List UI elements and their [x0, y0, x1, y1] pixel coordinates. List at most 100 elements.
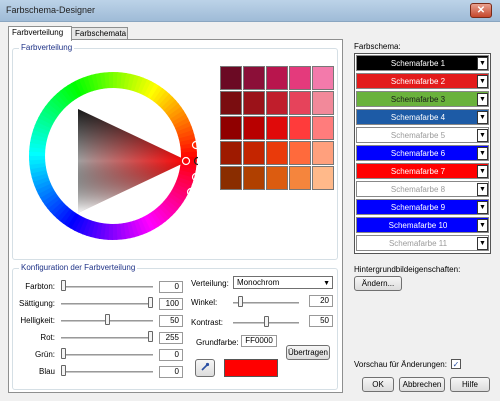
slider-thumb[interactable] [148, 297, 153, 308]
slider-thumb[interactable] [61, 280, 66, 291]
slider-label: Grün: [34, 350, 55, 359]
chevron-down-icon[interactable]: ▼ [477, 237, 488, 250]
slider-track[interactable] [61, 286, 153, 288]
slider-value[interactable]: 255 [159, 332, 183, 344]
aendern-button[interactable]: Ändern... [354, 276, 402, 291]
chevron-down-icon[interactable]: ▼ [477, 57, 488, 70]
color-swatch[interactable] [312, 91, 334, 115]
help-button[interactable]: Hilfe [450, 377, 490, 392]
scheme-color-label: Schemafarbe 3 [390, 95, 446, 104]
scheme-color-item[interactable]: Schemafarbe 5 ▼ [356, 127, 489, 143]
chevron-down-icon[interactable]: ▼ [477, 111, 488, 124]
color-swatch[interactable] [243, 91, 265, 115]
color-swatch[interactable] [266, 116, 288, 140]
color-swatch[interactable] [220, 141, 242, 165]
verteilung-value: Monochrom [237, 278, 280, 287]
scheme-color-item[interactable]: Schemafarbe 11 ▼ [356, 235, 489, 251]
scheme-color-item[interactable]: Schemafarbe 2 ▼ [356, 73, 489, 89]
tab-farbverteilung[interactable]: Farbverteilung [8, 26, 72, 41]
color-swatch[interactable] [243, 141, 265, 165]
scheme-color-item[interactable]: Schemafarbe 9 ▼ [356, 199, 489, 215]
slider-thumb[interactable] [148, 331, 153, 342]
ok-button[interactable]: OK [362, 377, 394, 392]
color-swatch[interactable] [289, 116, 311, 140]
color-swatch[interactable] [243, 116, 265, 140]
scheme-color-item[interactable]: Schemafarbe 3 ▼ [356, 91, 489, 107]
grundfarbe-field[interactable]: FF0000 [241, 335, 277, 347]
slider-value[interactable]: 100 [159, 298, 183, 310]
color-swatch[interactable] [312, 116, 334, 140]
scheme-color-label: Schemafarbe 4 [390, 113, 446, 122]
chevron-down-icon[interactable]: ▼ [477, 147, 488, 160]
chevron-down-icon[interactable]: ▼ [477, 219, 488, 232]
slider-value[interactable]: 0 [159, 281, 183, 293]
slider-label: Sättigung: [19, 299, 56, 308]
slider-value[interactable]: 0 [159, 349, 183, 361]
chevron-down-icon[interactable]: ▼ [477, 75, 488, 88]
color-wheel-graphic[interactable] [28, 71, 203, 241]
color-swatch[interactable] [266, 91, 288, 115]
uebertragen-button[interactable]: Übertragen [286, 345, 330, 360]
distribution-legend: Farbverteilung [19, 43, 75, 52]
color-swatch[interactable] [312, 166, 334, 190]
color-swatch[interactable] [312, 141, 334, 165]
eyedropper-button[interactable] [195, 359, 215, 377]
slider-track[interactable] [61, 354, 153, 356]
kontrast-label: Kontrast: [191, 318, 224, 327]
slider-thumb[interactable] [61, 365, 66, 376]
color-swatch[interactable] [220, 66, 242, 90]
title-bar: Farbschema-Designer ✕ [0, 0, 500, 22]
color-swatch[interactable] [220, 116, 242, 140]
color-swatch[interactable] [289, 141, 311, 165]
color-swatch[interactable] [266, 166, 288, 190]
cancel-button[interactable]: Abbrechen [399, 377, 445, 392]
scheme-color-item[interactable]: Schemafarbe 4 ▼ [356, 109, 489, 125]
scheme-color-item[interactable]: Schemafarbe 1 ▼ [356, 55, 489, 71]
chevron-down-icon: ▼ [323, 280, 330, 287]
window-title: Farbschema-Designer [6, 5, 96, 15]
preview-changes-checkbox[interactable]: ✓ [451, 359, 461, 369]
color-swatch[interactable] [289, 166, 311, 190]
verteilung-select[interactable]: Monochrom ▼ [233, 276, 333, 289]
config-legend: Konfiguration der Farbverteilung [19, 263, 138, 272]
color-swatch[interactable] [289, 66, 311, 90]
slider-thumb[interactable] [61, 348, 66, 359]
close-button[interactable]: ✕ [470, 3, 492, 18]
chevron-down-icon[interactable]: ▼ [477, 129, 488, 142]
slider-track[interactable] [61, 303, 153, 305]
slider-track[interactable] [61, 337, 153, 339]
slider-track[interactable] [61, 371, 153, 373]
scheme-color-item[interactable]: Schemafarbe 7 ▼ [356, 163, 489, 179]
color-swatch[interactable] [266, 141, 288, 165]
color-swatch[interactable] [312, 66, 334, 90]
slider-label: Farbton: [25, 282, 55, 291]
color-swatch[interactable] [266, 66, 288, 90]
hue-ring-segment[interactable] [180, 151, 197, 157]
chevron-down-icon[interactable]: ▼ [477, 165, 488, 178]
scheme-color-item[interactable]: Schemafarbe 6 ▼ [356, 145, 489, 161]
kontrast-slider-thumb[interactable] [264, 316, 269, 327]
color-swatch[interactable] [220, 166, 242, 190]
slider-value[interactable]: 50 [159, 315, 183, 327]
chevron-down-icon[interactable]: ▼ [477, 183, 488, 196]
scheme-color-label: Schemafarbe 10 [388, 221, 448, 230]
slider-thumb[interactable] [104, 314, 110, 325]
color-swatch[interactable] [220, 91, 242, 115]
winkel-slider-thumb[interactable] [237, 296, 243, 307]
color-wheel[interactable] [28, 71, 203, 241]
winkel-value[interactable]: 20 [309, 295, 333, 307]
swatch-grid [220, 66, 334, 190]
scheme-color-item[interactable]: Schemafarbe 10 ▼ [356, 217, 489, 233]
chevron-down-icon[interactable]: ▼ [477, 201, 488, 214]
preview-changes-label: Vorschau für Änderungen: [354, 360, 447, 369]
color-swatch[interactable] [243, 166, 265, 190]
color-swatch[interactable] [289, 91, 311, 115]
color-swatch[interactable] [243, 66, 265, 90]
chevron-down-icon[interactable]: ▼ [477, 93, 488, 106]
scheme-color-label: Schemafarbe 1 [390, 59, 446, 68]
scheme-color-label: Schemafarbe 2 [390, 77, 446, 86]
kontrast-value[interactable]: 50 [309, 315, 333, 327]
scheme-color-item[interactable]: Schemafarbe 8 ▼ [356, 181, 489, 197]
slider-value[interactable]: 0 [159, 366, 183, 378]
scheme-color-label: Schemafarbe 7 [390, 167, 446, 176]
